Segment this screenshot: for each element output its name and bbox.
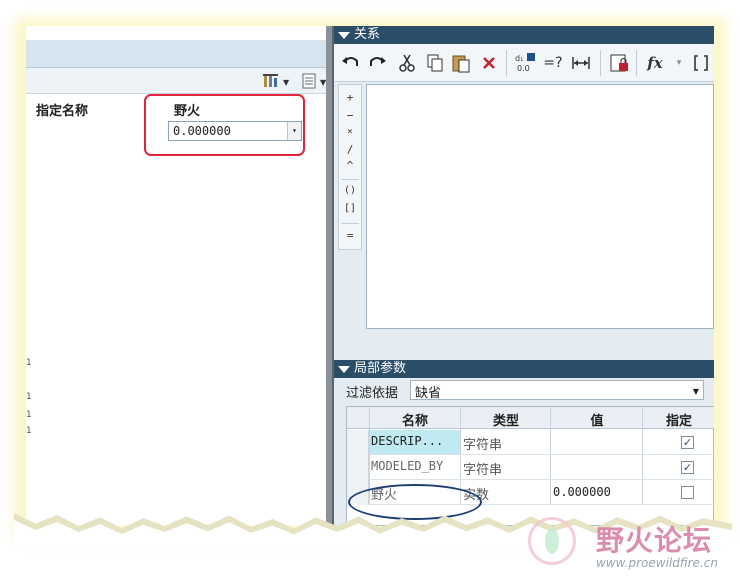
- row-selector[interactable]: [347, 430, 369, 455]
- param-type: 字符串: [463, 463, 503, 478]
- filter-label: 过滤依据: [346, 386, 399, 401]
- left-header-band: [26, 40, 326, 68]
- screenshot-area: ▼ ▼ 指定名称 野火 0.000000 ▾ 1 1 1 1 关系 d₁ 0.0 …: [26, 26, 714, 526]
- watermark-title: 野火论坛: [596, 524, 713, 557]
- operator-equals-button[interactable]: =: [339, 229, 361, 242]
- collapse-icon[interactable]: [338, 366, 350, 373]
- params-table-header: 名称 类型 值 指定: [347, 407, 714, 429]
- watermark-url: www.proewildfire.cn: [596, 556, 718, 570]
- paste-icon[interactable]: [450, 52, 472, 74]
- param-value[interactable]: 0.000000: [553, 485, 611, 499]
- column-header-designation: 指定名称: [36, 104, 89, 119]
- operator-palette: + − × / ^ () [] =: [338, 84, 362, 250]
- relations-header[interactable]: 关系: [334, 26, 714, 44]
- left-edge-mark: 1: [26, 426, 32, 436]
- measure-icon[interactable]: [570, 52, 592, 74]
- relations-editor[interactable]: [366, 84, 714, 329]
- lock-icon[interactable]: [608, 52, 630, 74]
- table-row[interactable]: DESCRIP... 字符串 ✓: [347, 430, 714, 455]
- verify-icon[interactable]: =?: [542, 52, 564, 74]
- row-selector[interactable]: [347, 455, 369, 480]
- cut-icon[interactable]: [396, 52, 418, 74]
- relations-panel: 关系 d₁ 0.0 =? fx ▾ + − × / ^ () [] = 局部参数…: [334, 26, 714, 526]
- left-edge-mark: 1: [26, 410, 32, 420]
- operator-minus-button[interactable]: −: [339, 109, 361, 122]
- value-icon[interactable]: d₁0.0: [514, 52, 536, 74]
- left-toolbar: ▼ ▼: [26, 68, 326, 94]
- svg-text:d₁: d₁: [515, 54, 523, 63]
- delete-icon[interactable]: [478, 52, 500, 74]
- column-header-type[interactable]: 类型: [461, 410, 551, 429]
- blue-highlight-oval: [348, 484, 482, 520]
- designate-checkbox[interactable]: [681, 486, 694, 499]
- operator-parentheses-button[interactable]: (): [339, 185, 361, 196]
- param-name: DESCRIP...: [371, 434, 444, 448]
- left-top-strip: [26, 26, 326, 40]
- left-edge-mark: 1: [26, 358, 32, 368]
- undo-icon[interactable]: [340, 52, 362, 74]
- operator-brackets-button[interactable]: []: [339, 203, 361, 214]
- filter-select[interactable]: 缺省 ▼: [410, 380, 704, 401]
- left-edge-mark: 1: [26, 392, 32, 402]
- tools-icon[interactable]: [262, 72, 280, 90]
- redo-icon[interactable]: [366, 52, 388, 74]
- operator-power-button[interactable]: ^: [339, 159, 361, 172]
- operator-separator: [341, 223, 359, 224]
- operator-plus-button[interactable]: +: [339, 91, 361, 104]
- param-name: MODELED_BY: [371, 459, 444, 473]
- column-header-designate[interactable]: 指定: [643, 410, 714, 429]
- table-row[interactable]: MODELED_BY 字符串 ✓: [347, 455, 714, 480]
- column-header-name[interactable]: 名称: [369, 410, 461, 429]
- filter-row: 过滤依据 缺省 ▼: [334, 378, 714, 402]
- param-type: 字符串: [463, 438, 503, 453]
- copy-icon[interactable]: [424, 52, 446, 74]
- local-params-header[interactable]: 局部参数: [334, 360, 714, 378]
- collapse-icon[interactable]: [338, 32, 350, 39]
- local-params-title: 局部参数: [354, 361, 407, 376]
- filter-value: 缺省: [415, 386, 442, 401]
- tools-dropdown-icon[interactable]: ▼: [283, 78, 289, 87]
- column-header-value[interactable]: 值: [551, 410, 643, 429]
- toolbar-separator: [506, 50, 507, 76]
- watermark-logo-icon: [528, 517, 576, 565]
- brackets-icon[interactable]: [690, 52, 712, 74]
- function-icon[interactable]: fx: [644, 52, 666, 74]
- toolbar-separator: [636, 50, 637, 76]
- red-highlight-box: [144, 94, 305, 156]
- relations-title: 关系: [354, 27, 381, 42]
- chevron-down-icon[interactable]: ▼: [693, 387, 699, 396]
- operator-divide-button[interactable]: /: [339, 143, 361, 156]
- toolbar-separator: [600, 50, 601, 76]
- relations-toolbar: d₁ 0.0 =? fx ▾: [334, 44, 714, 82]
- designate-checkbox[interactable]: ✓: [681, 461, 694, 474]
- function-dropdown-icon[interactable]: ▾: [668, 52, 690, 74]
- operator-separator: [341, 179, 359, 180]
- operator-multiply-button[interactable]: ×: [339, 127, 361, 137]
- svg-text:0.0: 0.0: [517, 64, 530, 73]
- sheet-icon[interactable]: [300, 72, 318, 90]
- designate-checkbox[interactable]: ✓: [681, 436, 694, 449]
